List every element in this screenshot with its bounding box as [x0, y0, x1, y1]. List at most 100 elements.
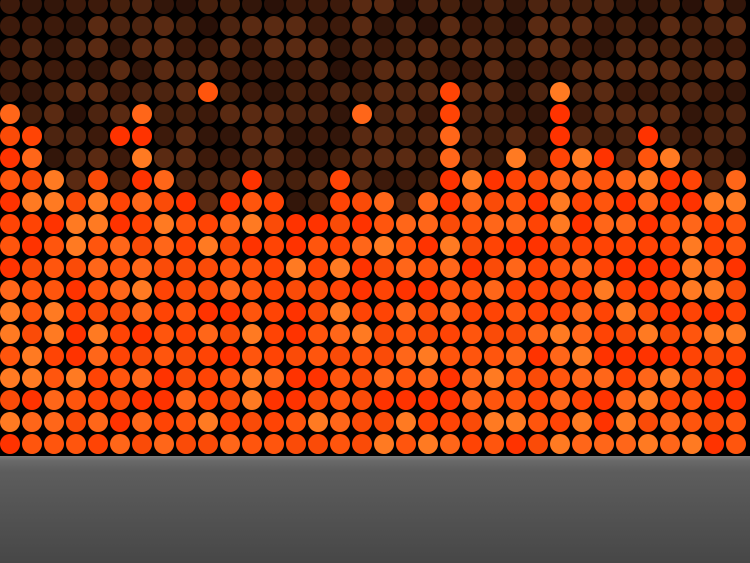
- matrix-dot: [132, 236, 152, 256]
- matrix-dot: [264, 126, 284, 146]
- matrix-dot: [396, 258, 416, 278]
- matrix-dot: [550, 192, 570, 212]
- matrix-dot: [44, 148, 64, 168]
- matrix-dot: [440, 0, 460, 14]
- matrix-dot: [0, 324, 20, 344]
- matrix-dot: [154, 302, 174, 322]
- matrix-dot: [484, 170, 504, 190]
- matrix-dot: [594, 412, 614, 432]
- matrix-dot: [352, 258, 372, 278]
- matrix-dot: [418, 60, 438, 80]
- matrix-dot: [506, 38, 526, 58]
- matrix-dot: [330, 16, 350, 36]
- matrix-dot: [264, 434, 284, 454]
- matrix-dot: [528, 38, 548, 58]
- matrix-dot: [638, 82, 658, 102]
- matrix-dot: [242, 82, 262, 102]
- matrix-dot: [352, 390, 372, 410]
- matrix-dot: [660, 0, 680, 14]
- matrix-dot: [550, 0, 570, 14]
- matrix-dot: [330, 192, 350, 212]
- matrix-dot: [220, 368, 240, 388]
- matrix-dot: [330, 280, 350, 300]
- matrix-dot: [198, 82, 218, 102]
- matrix-dot: [660, 390, 680, 410]
- matrix-dot: [242, 368, 262, 388]
- matrix-dot: [242, 60, 262, 80]
- matrix-dot: [264, 60, 284, 80]
- matrix-dot: [704, 126, 724, 146]
- matrix-dot: [572, 170, 592, 190]
- matrix-dot: [616, 104, 636, 124]
- matrix-dot: [308, 38, 328, 58]
- matrix-dot: [154, 38, 174, 58]
- matrix-dot: [330, 126, 350, 146]
- matrix-dot: [286, 346, 306, 366]
- matrix-dot: [528, 390, 548, 410]
- matrix-dot: [66, 214, 86, 234]
- matrix-dot: [704, 258, 724, 278]
- matrix-dot: [484, 368, 504, 388]
- matrix-dot: [198, 236, 218, 256]
- matrix-dot: [198, 60, 218, 80]
- matrix-dot: [374, 390, 394, 410]
- matrix-dot: [572, 236, 592, 256]
- matrix-dot: [154, 434, 174, 454]
- matrix-dot: [242, 126, 262, 146]
- matrix-dot: [396, 104, 416, 124]
- matrix-dot: [22, 148, 42, 168]
- matrix-dot: [550, 434, 570, 454]
- matrix-dot: [308, 16, 328, 36]
- matrix-dot: [264, 148, 284, 168]
- matrix-dot: [660, 38, 680, 58]
- matrix-dot: [110, 412, 130, 432]
- matrix-dot: [418, 0, 438, 14]
- matrix-dot: [572, 434, 592, 454]
- matrix-dot: [726, 324, 746, 344]
- matrix-dot: [594, 368, 614, 388]
- matrix-dot: [264, 0, 284, 14]
- matrix-dot: [0, 60, 20, 80]
- matrix-dot: [330, 236, 350, 256]
- matrix-dot: [550, 236, 570, 256]
- matrix-dot: [220, 214, 240, 234]
- matrix-dot: [440, 126, 460, 146]
- matrix-dot: [220, 38, 240, 58]
- matrix-dot: [198, 104, 218, 124]
- matrix-dot: [462, 170, 482, 190]
- matrix-dot: [528, 0, 548, 14]
- matrix-dot: [110, 390, 130, 410]
- matrix-dot: [682, 390, 702, 410]
- matrix-dot: [154, 390, 174, 410]
- matrix-dot: [550, 390, 570, 410]
- matrix-dot: [572, 412, 592, 432]
- matrix-dot: [176, 412, 196, 432]
- matrix-dot: [176, 104, 196, 124]
- matrix-dot: [242, 434, 262, 454]
- matrix-dot: [506, 346, 526, 366]
- matrix-dot: [198, 170, 218, 190]
- matrix-dot: [594, 104, 614, 124]
- matrix-dot: [528, 104, 548, 124]
- matrix-dot: [66, 258, 86, 278]
- matrix-dot: [660, 170, 680, 190]
- matrix-dot: [726, 60, 746, 80]
- matrix-dot: [704, 434, 724, 454]
- matrix-dot: [660, 324, 680, 344]
- matrix-dot: [264, 258, 284, 278]
- matrix-dot: [308, 126, 328, 146]
- matrix-dot: [352, 434, 372, 454]
- matrix-dot: [660, 280, 680, 300]
- matrix-dot: [528, 434, 548, 454]
- matrix-dot: [396, 280, 416, 300]
- matrix-dot: [88, 214, 108, 234]
- matrix-dot: [462, 148, 482, 168]
- matrix-dot: [352, 38, 372, 58]
- matrix-dot: [0, 126, 20, 146]
- matrix-dot: [88, 0, 108, 14]
- spectrum-visualizer: [0, 0, 750, 456]
- matrix-dot: [22, 368, 42, 388]
- matrix-dot: [440, 412, 460, 432]
- matrix-dot: [242, 324, 262, 344]
- matrix-dot: [176, 390, 196, 410]
